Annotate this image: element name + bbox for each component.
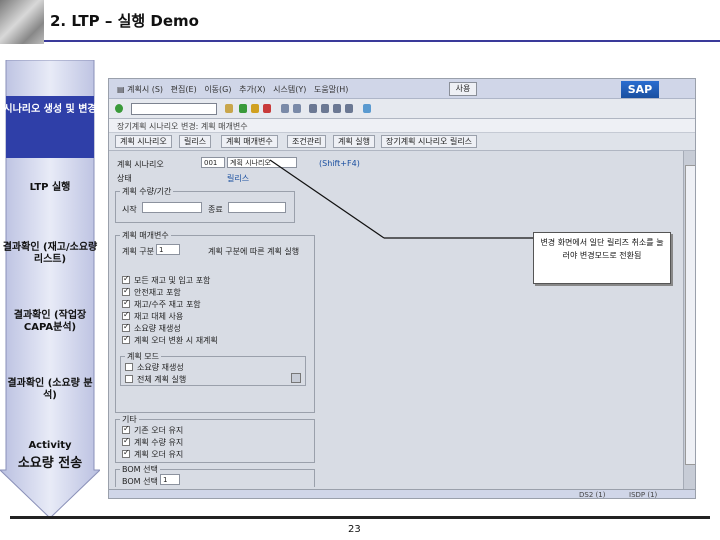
save-icon[interactable] xyxy=(225,104,233,113)
option-label-4: 재고 대체 사용 xyxy=(134,312,184,321)
option-checkbox-2[interactable] xyxy=(122,286,130,296)
period-group-title: 계획 수량/기간 xyxy=(120,186,174,197)
application-title: 장기계획 시나리오 변경: 계획 매개변수 xyxy=(117,122,248,131)
application-title-bar: 장기계획 시나리오 변경: 계획 매개변수 xyxy=(109,119,695,133)
mode-group: 계획 모드 소요량 재생성 전체 계획 실행 xyxy=(120,351,306,386)
step-result-requirements[interactable]: 결과확인 (소요량 분석) xyxy=(2,378,98,402)
mode-label-2: 전체 계획 실행 xyxy=(137,375,187,384)
step-result-inventory[interactable]: 결과확인 (재고/소요량 리스트) xyxy=(2,242,98,266)
sap-window: ▤ 계획시 (S) 편집(E) 이동(G) 추가(X) 시스템(Y) 도움말(H… xyxy=(108,78,696,499)
params-group-title: 계획 매개변수 xyxy=(120,230,171,241)
first-page-icon[interactable] xyxy=(309,104,317,113)
start-label: 시작 xyxy=(122,205,137,214)
cancel-icon[interactable] xyxy=(263,104,271,113)
option-checkbox-6[interactable] xyxy=(122,334,130,344)
menu-bar: ▤ 계획시 (S) 편집(E) 이동(G) 추가(X) 시스템(Y) 도움말(H… xyxy=(109,79,695,99)
other-checkbox-2[interactable] xyxy=(122,436,130,446)
slide-title: 2. LTP – 실행 Demo xyxy=(50,12,199,30)
option-label-6: 계획 오더 변환 시 재계획 xyxy=(134,336,218,345)
tab-conditions-button[interactable]: 조건관리 xyxy=(287,135,327,148)
other-label-2: 계획 수량 유지 xyxy=(134,438,184,447)
mode-label-1: 소요량 재생성 xyxy=(137,363,184,372)
footer-rule xyxy=(10,516,710,519)
option-checkbox-5[interactable] xyxy=(122,322,130,332)
back-icon[interactable] xyxy=(239,104,247,113)
release-dropdown[interactable]: 릴리스 xyxy=(227,173,249,184)
tab-params-button[interactable]: 계획 매개변수 xyxy=(221,135,278,148)
step-transfer[interactable]: 소요량 전송 xyxy=(2,456,98,472)
option-checkbox-4[interactable] xyxy=(122,310,130,320)
slide-header: 2. LTP – 실행 Demo xyxy=(0,0,720,44)
bom-input[interactable]: 1 xyxy=(160,474,180,485)
plan-type-label: 계획 구분 xyxy=(122,247,154,256)
prev-page-icon[interactable] xyxy=(321,104,329,113)
other-label-3: 계획 오더 유지 xyxy=(134,450,184,459)
process-sidebar: 시나리오 생성 및 변경 LTP 실행 결과확인 (재고/소요량 리스트) 결과… xyxy=(0,60,100,520)
shortcut-hint: (Shift+F4) xyxy=(319,159,360,168)
vertical-scrollbar[interactable] xyxy=(683,151,695,489)
menu-use-button[interactable]: 사용 xyxy=(449,82,477,96)
mode-dropdown-button[interactable] xyxy=(291,373,301,383)
tab-release-button[interactable]: 릴리스 xyxy=(179,135,212,148)
last-page-icon[interactable] xyxy=(345,104,353,113)
help-icon[interactable] xyxy=(363,104,371,113)
plan-type-hint: 계획 구분에 따른 계획 실행 xyxy=(208,247,300,256)
page-number: 23 xyxy=(348,524,361,535)
option-label-1: 모든 재고 및 입고 포함 xyxy=(134,276,211,285)
application-toolbar: 계획 시나리오 릴리스 계획 매개변수 조건관리 계획 실행 장기계획 시나리오… xyxy=(109,133,695,151)
status-label: 상태 xyxy=(117,174,132,183)
end-label: 종료 xyxy=(208,205,223,214)
step-ltp-run[interactable]: LTP 실행 xyxy=(2,182,98,194)
option-label-3: 재고/수주 재고 포함 xyxy=(134,300,201,309)
status-client: DS2 (1) xyxy=(579,491,606,499)
plan-type-input[interactable]: 1 xyxy=(156,244,180,255)
option-label-5: 소요량 재생성 xyxy=(134,324,181,333)
next-page-icon[interactable] xyxy=(333,104,341,113)
mode-checkbox-2[interactable] xyxy=(125,375,133,383)
form-area: 계획 시나리오 001 계획 시나리오 (Shift+F4) 상태 릴리스 계획… xyxy=(109,151,683,489)
print-icon[interactable] xyxy=(281,104,289,113)
exit-icon[interactable] xyxy=(251,104,259,113)
step-scenario[interactable]: 시나리오 생성 및 변경 xyxy=(2,104,98,116)
option-checkbox-3[interactable] xyxy=(122,298,130,308)
slide: 2. LTP – 실행 Demo 시나리오 생성 및 변경 LTP 실행 결과확… xyxy=(0,0,720,540)
scenario-desc-input[interactable]: 계획 시나리오 xyxy=(227,157,297,168)
enter-icon[interactable] xyxy=(115,104,123,113)
find-icon[interactable] xyxy=(293,104,301,113)
status-bar: DS2 (1) ISDP (1) xyxy=(109,489,695,499)
step-result-capa[interactable]: 결과확인 (작업장 CAPA분석) xyxy=(2,310,98,334)
status-server: ISDP (1) xyxy=(629,491,658,499)
mode-group-title: 계획 모드 xyxy=(125,351,161,362)
mode-checkbox-1[interactable] xyxy=(125,363,133,371)
other-checkbox-3[interactable] xyxy=(122,448,130,458)
tab-release-scenario-button[interactable]: 장기계획 시나리오 릴리스 xyxy=(381,135,478,148)
scenario-label: 계획 시나리오 xyxy=(117,160,164,169)
period-group: 계획 수량/기간 시작 종료 xyxy=(115,186,295,223)
other-label-1: 기존 오더 유지 xyxy=(134,426,184,435)
end-input[interactable] xyxy=(228,202,286,213)
menu-items[interactable]: ▤ 계획시 (S) 편집(E) 이동(G) 추가(X) 시스템(Y) 도움말(H… xyxy=(117,84,348,95)
bom-group: BOM 선택 BOM 선택 1 xyxy=(115,464,315,487)
callout-box: 변경 화면에서 일단 릴리즈 취소를 눌러야 변경모드로 전환됨 xyxy=(533,232,671,284)
option-checkbox-1[interactable] xyxy=(122,274,130,284)
other-checkbox-1[interactable] xyxy=(122,424,130,434)
standard-toolbar xyxy=(109,99,695,119)
logo-image xyxy=(0,0,44,44)
command-field[interactable] xyxy=(131,103,217,115)
params-group: 계획 매개변수 계획 구분 1 계획 구분에 따른 계획 실행 모든 재고 및 … xyxy=(115,230,315,413)
start-input[interactable] xyxy=(142,202,202,213)
bom-label: BOM 선택 xyxy=(122,477,158,486)
other-group: 기타 기존 오더 유지 계획 수량 유지 계획 오더 유지 xyxy=(115,414,315,463)
step-activity[interactable]: Activity xyxy=(2,440,98,452)
title-underline xyxy=(44,40,720,42)
tab-scenario-button[interactable]: 계획 시나리오 xyxy=(115,135,172,148)
bom-group-title: BOM 선택 xyxy=(120,464,160,475)
tab-run-button[interactable]: 계획 실행 xyxy=(333,135,375,148)
scenario-input[interactable]: 001 xyxy=(201,157,225,168)
option-label-2: 안전재고 포함 xyxy=(134,288,181,297)
scrollbar-thumb[interactable] xyxy=(685,165,695,465)
sap-logo: SAP xyxy=(621,81,659,98)
